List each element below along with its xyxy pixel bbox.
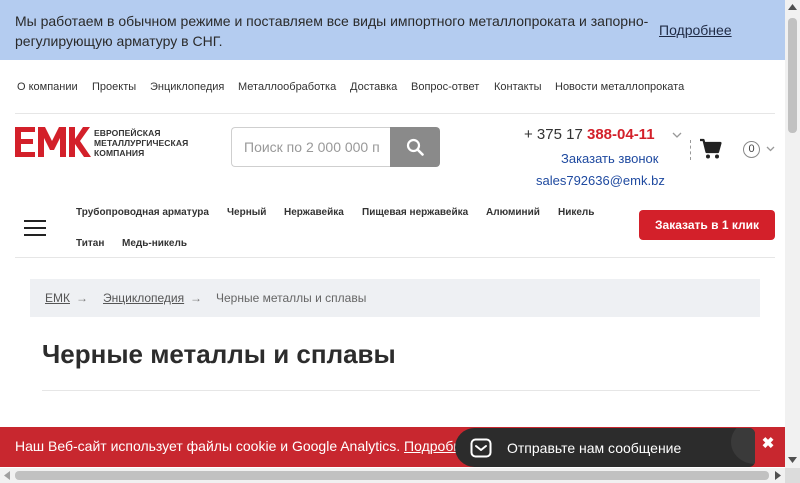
search-box xyxy=(231,127,440,167)
phone-main: 388-04-11 xyxy=(586,126,655,143)
nav-item-about[interactable]: О компании xyxy=(17,81,78,93)
chevron-down-icon[interactable] xyxy=(766,144,775,153)
category-black-metal[interactable]: Черный xyxy=(227,207,266,218)
divider xyxy=(42,390,760,391)
category-aluminium[interactable]: Алюминий xyxy=(486,207,540,218)
category-food-stainless[interactable]: Пищевая нержавейка xyxy=(362,207,468,218)
horizontal-scroll-thumb[interactable] xyxy=(15,471,769,480)
nav-item-contacts[interactable]: Контакты xyxy=(494,81,542,93)
phone-number[interactable]: + 375 17 388-04-11 xyxy=(524,126,655,143)
category-nav: Трубопроводная арматура Черный Нержавейк… xyxy=(15,198,775,258)
category-nickel[interactable]: Никель xyxy=(558,207,594,218)
vertical-scroll-thumb[interactable] xyxy=(788,18,797,133)
scroll-right-icon[interactable] xyxy=(775,471,781,480)
horizontal-scrollbar[interactable] xyxy=(0,468,785,483)
page: Мы работаем в обычном режиме и поставляе… xyxy=(0,0,800,483)
notice-text: Мы работаем в обычном режиме и поставляе… xyxy=(15,13,649,49)
breadcrumb-encyclopedia[interactable]: Энциклопедия xyxy=(103,291,184,305)
chat-label: Отправьте нам сообщение xyxy=(507,440,682,456)
logo-line-2: МЕТАЛЛУРГИЧЕСКАЯ xyxy=(94,138,189,148)
search-icon xyxy=(406,138,424,156)
category-titanium[interactable]: Титан xyxy=(76,238,104,249)
mail-icon xyxy=(470,438,492,458)
category-stainless[interactable]: Нержавейка xyxy=(284,207,344,218)
logo-text: ЕВРОПЕЙСКАЯ МЕТАЛЛУРГИЧЕСКАЯ КОМПАНИЯ xyxy=(94,128,188,158)
scrollbar-corner xyxy=(785,468,800,483)
notice-banner: Мы работаем в обычном режиме и поставляе… xyxy=(0,0,785,60)
logo-line-3: КОМПАНИЯ xyxy=(94,148,145,158)
breadcrumb-current: Черные металлы и сплавы xyxy=(216,291,367,305)
nav-item-projects[interactable]: Проекты xyxy=(92,81,136,93)
breadcrumb-separator: → xyxy=(76,291,88,305)
scroll-up-icon[interactable] xyxy=(788,4,797,10)
divider xyxy=(690,140,691,160)
menu-icon[interactable] xyxy=(24,220,46,236)
search-button[interactable] xyxy=(390,127,440,167)
phone-prefix: + 375 17 xyxy=(524,126,587,143)
nav-item-news[interactable]: Новости металлопроката xyxy=(555,81,684,93)
vertical-scrollbar[interactable] xyxy=(785,0,800,468)
logo[interactable]: ЕВРОПЕЙСКАЯ МЕТАЛЛУРГИЧЕСКАЯ КОМПАНИЯ xyxy=(15,127,200,161)
chevron-down-icon[interactable] xyxy=(672,130,682,140)
chat-decoration xyxy=(731,428,755,464)
search-input[interactable] xyxy=(231,127,391,167)
breadcrumb-separator: → xyxy=(190,291,202,305)
cookie-text: Наш Веб-сайт использует файлы cookie и G… xyxy=(15,438,477,454)
cart-icon[interactable] xyxy=(699,138,723,160)
top-nav: О компании Проекты Энциклопедия Металлоо… xyxy=(15,60,775,114)
close-icon[interactable]: ✖ xyxy=(760,436,776,452)
page-title: Черные металлы и сплавы xyxy=(42,339,396,369)
callback-link[interactable]: Заказать звонок xyxy=(561,151,658,166)
cookie-message: Наш Веб-сайт использует файлы cookie и G… xyxy=(15,438,405,454)
category-copper-nickel[interactable]: Медь-никель xyxy=(122,238,187,249)
nav-item-faq[interactable]: Вопрос-ответ xyxy=(411,81,479,93)
email-link[interactable]: sales792636@emk.bz xyxy=(536,173,665,188)
one-click-order-button[interactable]: Заказать в 1 клик xyxy=(639,210,775,240)
chat-widget[interactable]: Отправьте нам сообщение xyxy=(455,428,755,467)
scroll-left-icon[interactable] xyxy=(4,471,10,480)
cart-count-badge[interactable]: 0 xyxy=(743,141,760,158)
notice-more-link[interactable]: Подробнее xyxy=(659,22,732,38)
logo-mark xyxy=(15,127,91,157)
nav-item-encyclopedia[interactable]: Энциклопедия xyxy=(150,81,224,93)
nav-item-delivery[interactable]: Доставка xyxy=(350,81,397,93)
logo-line-1: ЕВРОПЕЙСКАЯ xyxy=(94,128,161,138)
breadcrumb: ЕМК → Энциклопедия → Черные металлы и сп… xyxy=(30,279,760,317)
scroll-down-icon[interactable] xyxy=(788,457,797,463)
nav-item-metalworking[interactable]: Металлообработка xyxy=(238,81,336,93)
category-pipeline-valves[interactable]: Трубопроводная арматура xyxy=(76,207,209,218)
breadcrumb-home[interactable]: ЕМК xyxy=(45,291,70,305)
